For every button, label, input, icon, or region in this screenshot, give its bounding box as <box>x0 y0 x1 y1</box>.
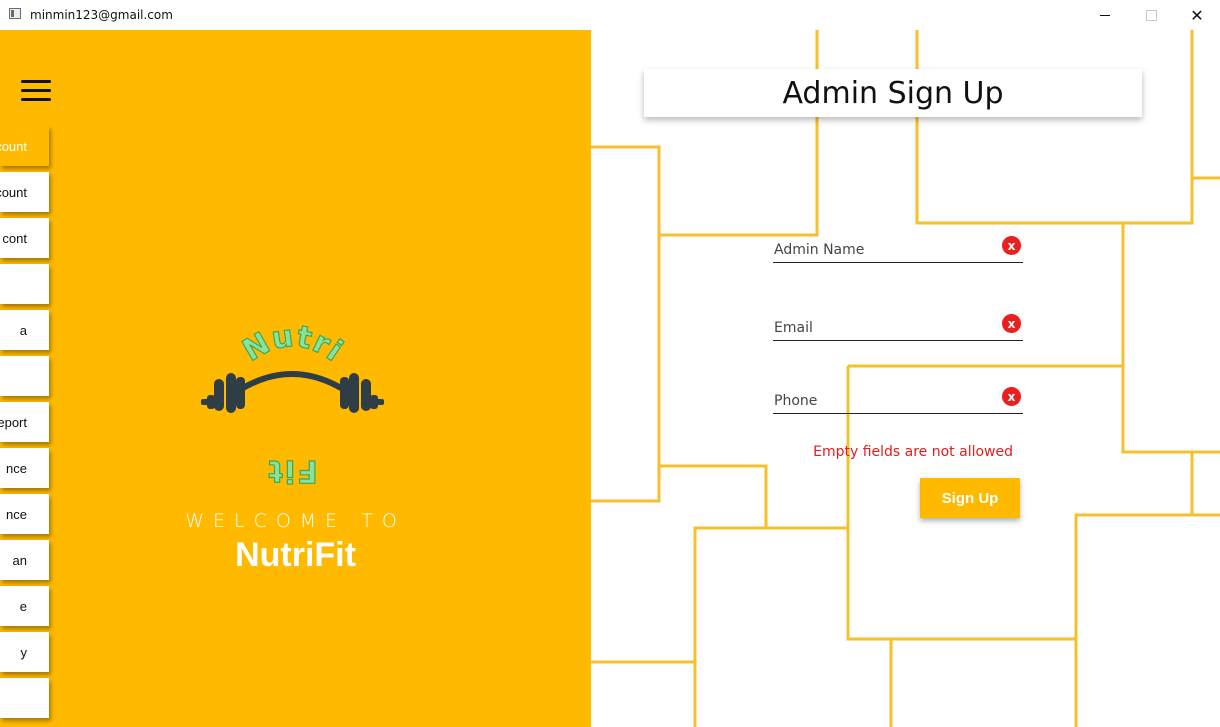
sidebar-item[interactable]: cont <box>0 218 49 258</box>
sidebar-item-label: count <box>0 138 27 154</box>
nutrifit-logo: Nutri Fit <box>201 318 384 489</box>
sidebar-item[interactable]: count <box>0 126 49 166</box>
maximize-icon <box>1145 9 1157 21</box>
sidebar-item-label: eport <box>0 414 27 430</box>
close-icon: ✕ <box>1190 5 1204 25</box>
sidebar-item[interactable] <box>0 678 49 718</box>
admin-name-field: x <box>773 226 1023 263</box>
minimize-icon <box>1100 14 1110 16</box>
sidebar-item-label: cont <box>2 230 27 246</box>
phone-field: x <box>773 377 1023 414</box>
clear-icon[interactable]: x <box>1002 314 1021 333</box>
sidebar-item[interactable]: nce <box>0 448 49 488</box>
clear-icon[interactable]: x <box>1002 236 1021 255</box>
barbell-icon <box>201 371 384 413</box>
sidebar-item[interactable]: e <box>0 586 49 626</box>
logo-top-text: Nutri <box>237 319 350 369</box>
left-panel: count count cont a eport nce nce an e y … <box>0 30 591 727</box>
sidebar-item-label: y <box>20 644 28 660</box>
email-input[interactable] <box>773 320 994 336</box>
maximize-button[interactable] <box>1128 0 1174 30</box>
signup-panel: Admin Sign Up x x x Empty fields are not… <box>591 30 1220 727</box>
clear-icon[interactable]: x <box>1002 387 1021 406</box>
brand-name: NutriFit <box>235 536 356 574</box>
error-message: Empty fields are not allowed <box>813 444 1013 460</box>
sign-up-button[interactable]: Sign Up <box>920 478 1020 518</box>
hamburger-menu-icon[interactable] <box>21 80 51 102</box>
sidebar-item-label: a <box>19 322 27 338</box>
sidebar-item[interactable]: y <box>0 632 49 672</box>
admin-name-input[interactable] <box>773 242 994 258</box>
window-title: minmin123@gmail.com <box>30 8 173 22</box>
sidebar-item[interactable] <box>0 356 49 396</box>
sidebar-item-label: count <box>0 184 27 200</box>
logo-bottom-text: Fit <box>266 453 317 488</box>
page-title: Admin Sign Up <box>644 69 1142 117</box>
window-titlebar: minmin123@gmail.com ✕ <box>0 0 1220 30</box>
sidebar-item-label: nce <box>6 460 27 476</box>
sidebar-item[interactable] <box>0 264 49 304</box>
sidebar-item[interactable]: a <box>0 310 49 350</box>
sidebar-item[interactable]: eport <box>0 402 49 442</box>
sidebar-item-label: e <box>19 598 27 614</box>
sidebar-item[interactable]: count <box>0 172 49 212</box>
welcome-heading: WELCOME TO <box>185 510 406 532</box>
app-icon <box>9 8 21 19</box>
close-button[interactable]: ✕ <box>1174 0 1220 30</box>
phone-input[interactable] <box>773 393 994 409</box>
minimize-button[interactable] <box>1082 0 1128 30</box>
email-field: x <box>773 304 1023 341</box>
